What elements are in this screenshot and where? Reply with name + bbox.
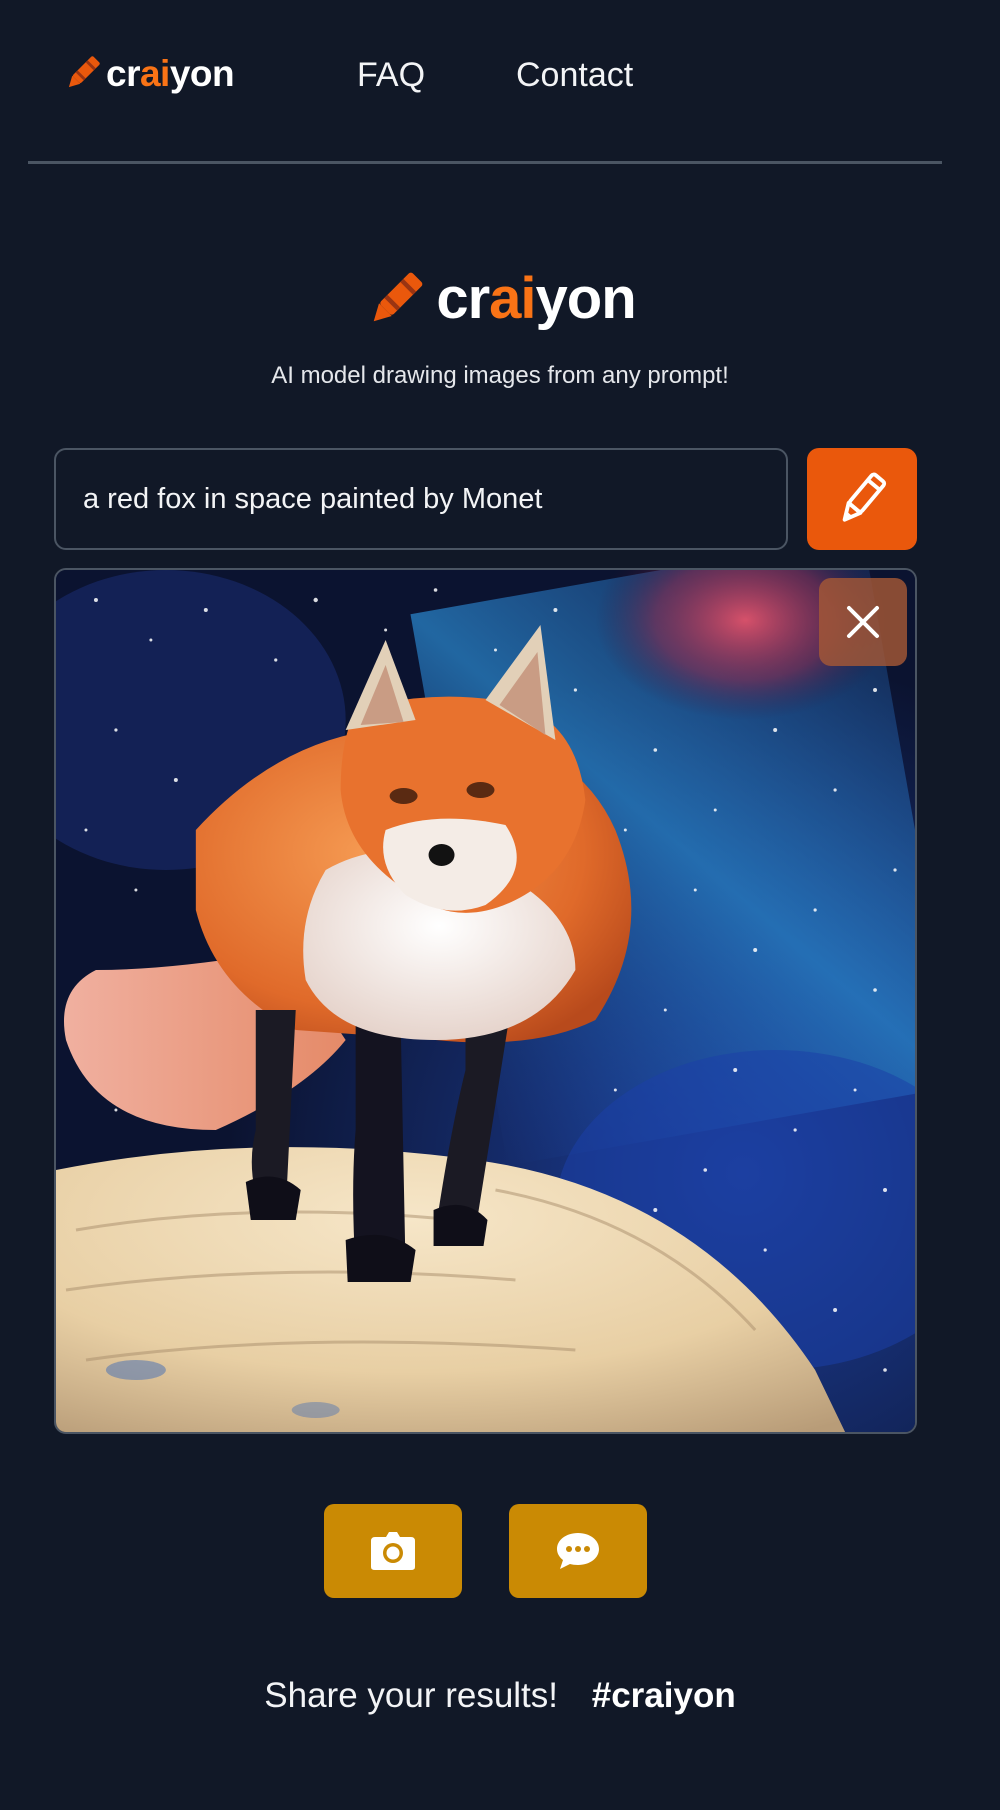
nav-link-faq[interactable]: FAQ (357, 58, 425, 92)
hero-logo-text: craiyon (436, 266, 636, 331)
pencil-icon (842, 472, 887, 522)
close-button[interactable] (819, 578, 907, 666)
pencil-logo-icon (68, 56, 100, 88)
hero-logo: craiyon (0, 266, 1000, 332)
screenshot-button[interactable] (324, 1504, 462, 1598)
result-image[interactable] (54, 568, 917, 1434)
pencil-logo-icon (374, 272, 423, 322)
close-icon (847, 606, 879, 638)
share-text: Share your results! (264, 1676, 559, 1715)
chat-bubble-icon (557, 1533, 599, 1569)
fox-painting (56, 570, 915, 1432)
tagline: AI model drawing images from any prompt! (271, 362, 729, 389)
camera-icon (371, 1532, 415, 1570)
nav-logo-link[interactable]: craiyon (64, 52, 235, 94)
prompt-input[interactable] (54, 448, 788, 550)
nav-logo-text: craiyon (106, 52, 235, 94)
share-hashtag-link[interactable]: #craiyon (592, 1676, 736, 1715)
draw-button[interactable] (807, 448, 917, 550)
nav-link-contact[interactable]: Contact (516, 58, 633, 92)
top-nav: craiyon FAQ Contact (28, 0, 942, 164)
feedback-button[interactable] (509, 1504, 647, 1598)
share-row: Share your results! #craiyon (0, 1678, 1000, 1713)
